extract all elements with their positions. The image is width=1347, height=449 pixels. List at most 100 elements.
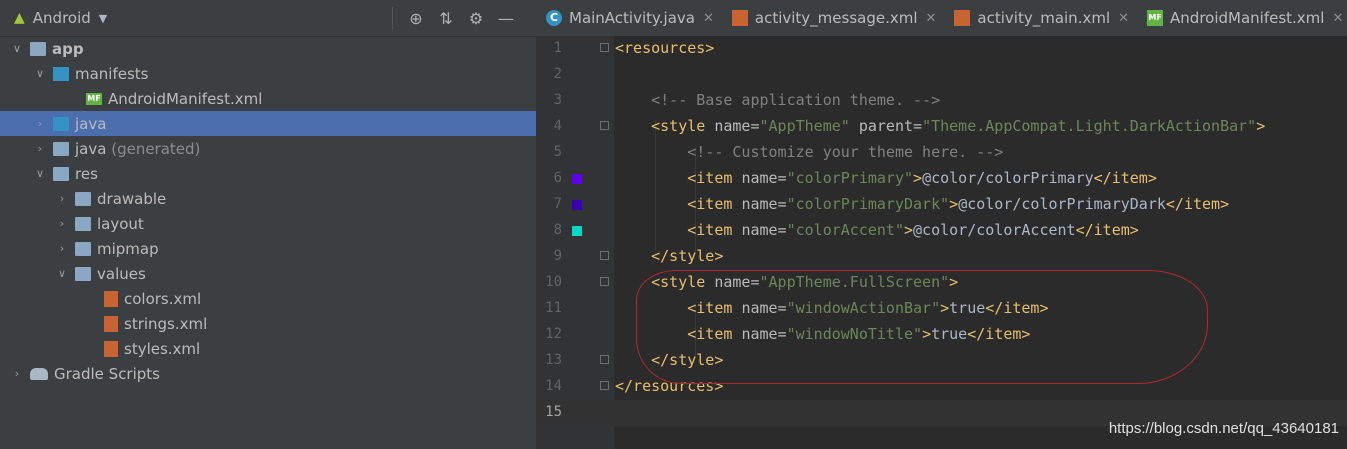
tree-item-java[interactable]: › java	[0, 111, 536, 136]
folder-icon	[75, 191, 91, 206]
tree-item-manifests[interactable]: ∨ manifests	[0, 61, 536, 86]
code-text: <!-- Customize your theme here. -->	[687, 143, 1004, 161]
line-number: 14	[545, 378, 562, 394]
close-icon[interactable]: ✕	[1118, 11, 1129, 26]
code-text: <item name="colorAccent">@color/colorAcc…	[687, 221, 1139, 239]
fold-icon[interactable]	[600, 277, 609, 286]
tree-item-app[interactable]: ∨ app	[0, 36, 536, 61]
tree-label: manifests	[75, 64, 149, 83]
tab-label: AndroidManifest.xml	[1170, 9, 1325, 27]
gradle-icon	[30, 367, 48, 380]
tree-label: res	[75, 164, 98, 183]
xml-file-icon	[104, 340, 118, 357]
code-line: 3 <!-- Base application theme. -->	[536, 88, 1347, 114]
tab-mainactivity-java[interactable]: C MainActivity.java ✕	[536, 0, 722, 36]
line-number: 10	[545, 274, 562, 290]
fold-icon[interactable]	[600, 121, 609, 130]
tab-activity-main-xml[interactable]: activity_main.xml ✕	[944, 0, 1137, 36]
project-panel: ▲ Android ▼ ⊕ ⇅ ⚙ — ∨ app ∨ manifests MF…	[0, 0, 536, 449]
chevron-right-icon[interactable]: ›	[55, 217, 69, 230]
chevron-right-icon[interactable]: ›	[33, 142, 47, 155]
folder-icon	[75, 216, 91, 231]
android-icon: ▲	[14, 10, 25, 26]
tree-item-java-generated[interactable]: › java (generated)	[0, 136, 536, 161]
chevron-down-icon[interactable]: ∨	[33, 67, 47, 80]
color-swatch-icon[interactable]	[572, 200, 582, 210]
chevron-down-icon[interactable]: ∨	[33, 167, 47, 180]
chevron-right-icon[interactable]: ›	[55, 242, 69, 255]
fold-icon[interactable]	[600, 355, 609, 364]
tab-label: activity_message.xml	[754, 9, 918, 27]
code-line: 8 <item name="colorAccent">@color/colorA…	[536, 218, 1347, 244]
resource-folder-icon	[53, 166, 69, 181]
close-icon[interactable]: ✕	[1332, 11, 1343, 26]
chevron-down-icon[interactable]: ∨	[55, 267, 69, 280]
code-editor[interactable]: 1 <resources> 2 3 <!-- Base application …	[536, 36, 1347, 449]
color-swatch-icon[interactable]	[572, 174, 582, 184]
tree-label: drawable	[97, 189, 167, 208]
tree-item-drawable[interactable]: › drawable	[0, 186, 536, 211]
toolbar-divider	[392, 7, 393, 29]
chevron-right-icon[interactable]: ›	[10, 367, 24, 380]
hand-drawn-highlight	[636, 270, 1208, 384]
tree-item-androidmanifest[interactable]: MF AndroidManifest.xml	[0, 86, 536, 111]
tree-label: styles.xml	[124, 339, 201, 358]
code-line: 7 <item name="colorPrimaryDark">@color/c…	[536, 192, 1347, 218]
chevron-right-icon[interactable]: ›	[55, 192, 69, 205]
line-number: 11	[545, 300, 562, 316]
fold-icon[interactable]	[600, 381, 609, 390]
folder-icon	[75, 241, 91, 256]
code-line: 5 <!-- Customize your theme here. -->	[536, 140, 1347, 166]
source-folder-icon	[53, 116, 69, 131]
tab-androidmanifest-xml[interactable]: MF AndroidManifest.xml ✕	[1137, 0, 1347, 36]
line-number: 13	[545, 352, 562, 368]
tree-item-strings-xml[interactable]: strings.xml	[0, 311, 536, 336]
close-icon[interactable]: ✕	[926, 11, 937, 26]
code-line: 2	[536, 62, 1347, 88]
tree-label: values	[97, 264, 146, 283]
tree-label: AndroidManifest.xml	[108, 89, 263, 108]
project-view-selector[interactable]: ▲ Android ▼	[14, 8, 107, 28]
close-icon[interactable]: ✕	[703, 11, 714, 26]
fold-icon[interactable]	[600, 43, 609, 52]
folder-icon	[53, 66, 69, 81]
tree-label-suffix: (generated)	[111, 139, 201, 158]
tree-label: strings.xml	[124, 314, 208, 333]
color-swatch-icon[interactable]	[572, 226, 582, 236]
tree-label: app	[52, 39, 84, 58]
tree-label: layout	[97, 214, 144, 233]
java-class-icon: C	[546, 10, 562, 26]
tree-label: colors.xml	[124, 289, 202, 308]
editor-tab-bar: C MainActivity.java ✕ activity_message.x…	[536, 0, 1347, 37]
line-number: 4	[553, 118, 562, 134]
tab-activity-message-xml[interactable]: activity_message.xml ✕	[722, 0, 945, 36]
tree-item-colors-xml[interactable]: colors.xml	[0, 286, 536, 311]
fold-icon[interactable]	[600, 251, 609, 260]
project-toolbar: ▲ Android ▼ ⊕ ⇅ ⚙ —	[0, 0, 536, 37]
line-number: 15	[545, 404, 562, 420]
chevron-right-icon[interactable]: ›	[33, 117, 47, 130]
chevron-down-icon: ▼	[98, 11, 108, 25]
watermark: https://blog.csdn.net/qq_43640181	[1108, 420, 1339, 437]
xml-file-icon	[954, 10, 971, 26]
tree-item-values[interactable]: ∨ values	[0, 261, 536, 286]
code-line: 9 </style>	[536, 244, 1347, 270]
tree-label: mipmap	[97, 239, 159, 258]
tree-label: java	[75, 139, 107, 158]
chevron-down-icon[interactable]: ∨	[10, 42, 24, 55]
collapse-all-icon[interactable]: ⇅	[433, 9, 459, 28]
tab-label: activity_main.xml	[977, 9, 1111, 27]
minimize-icon[interactable]: —	[493, 9, 519, 28]
line-number: 5	[553, 144, 562, 160]
line-number: 3	[553, 92, 562, 108]
code-line: 4 <style name="AppTheme" parent="Theme.A…	[536, 114, 1347, 140]
code-text: <style name="AppTheme" parent="Theme.App…	[651, 117, 1266, 135]
tree-item-layout[interactable]: › layout	[0, 211, 536, 236]
locate-icon[interactable]: ⊕	[403, 9, 429, 28]
gear-icon[interactable]: ⚙	[463, 9, 489, 28]
tree-item-gradle-scripts[interactable]: › Gradle Scripts	[0, 361, 536, 386]
tree-item-styles-xml[interactable]: styles.xml	[0, 336, 536, 361]
tree-item-mipmap[interactable]: › mipmap	[0, 236, 536, 261]
manifest-file-icon: MF	[1147, 10, 1164, 26]
tree-item-res[interactable]: ∨ res	[0, 161, 536, 186]
